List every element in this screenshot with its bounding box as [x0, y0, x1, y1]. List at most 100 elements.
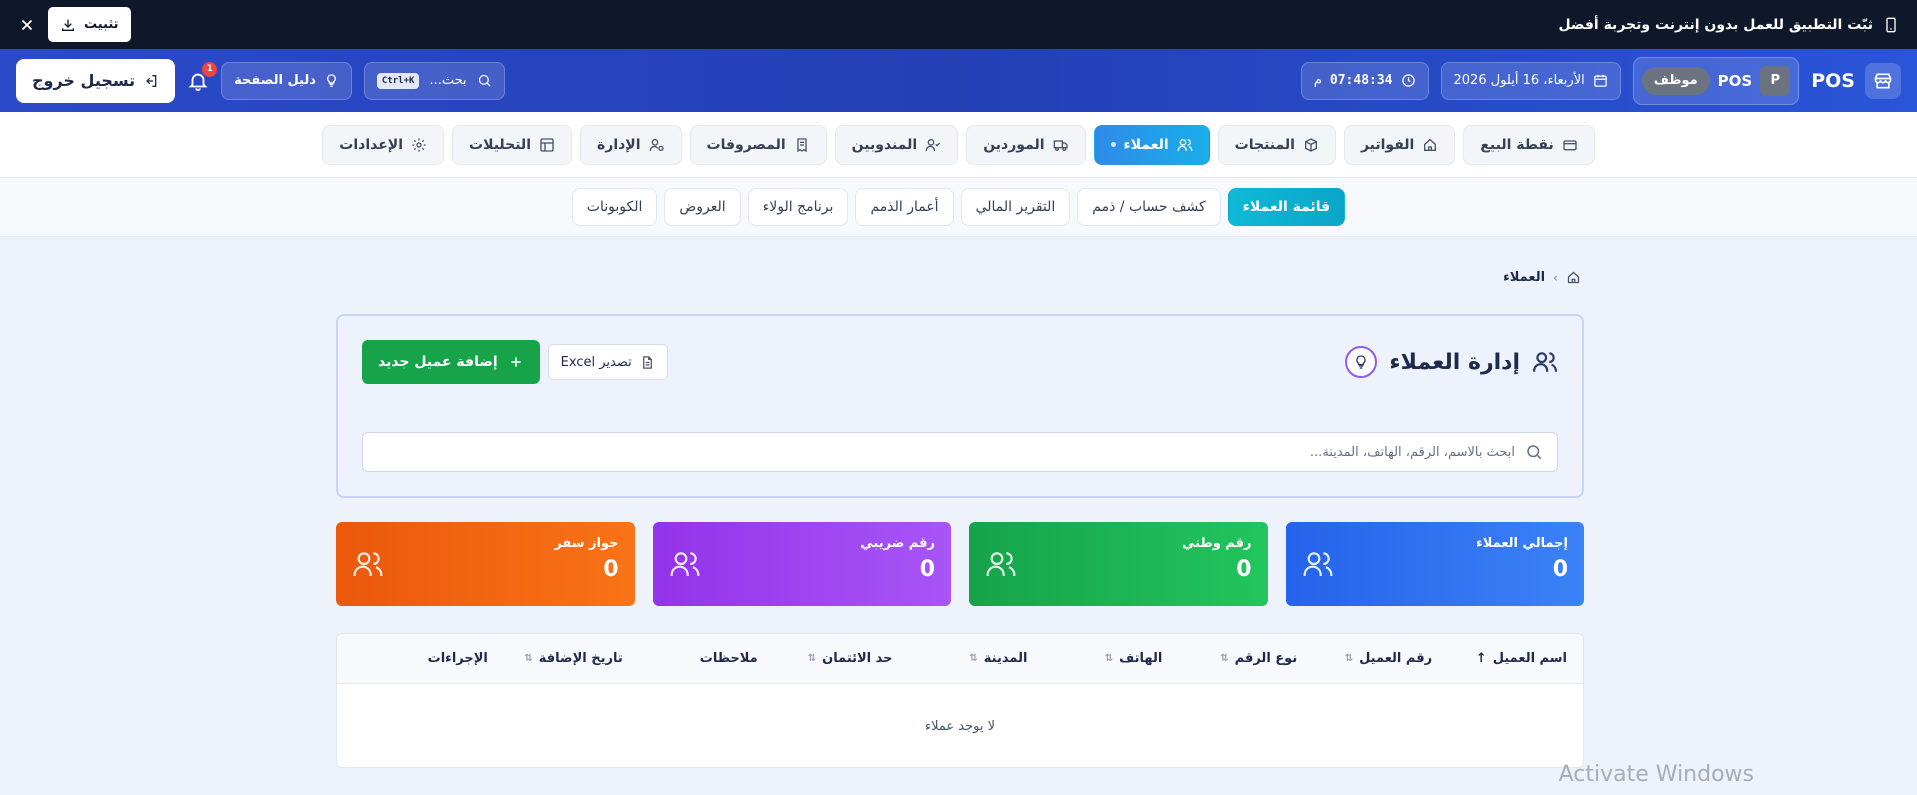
brand[interactable]: POS	[1811, 62, 1901, 99]
time-text: 07:48:34	[1329, 73, 1393, 88]
lightbulb-icon	[324, 73, 339, 88]
column-header-label: حد الائتمان	[822, 651, 893, 666]
stat-value: 0	[919, 557, 935, 582]
subtab-account-statement[interactable]: كشف حساب / ذمم	[1077, 188, 1221, 226]
search-shortcut: Ctrl+K	[376, 72, 420, 89]
search-icon	[477, 73, 492, 88]
nav-item-label: الإدارة	[597, 136, 641, 153]
nav-item-label: الإعدادات	[339, 136, 403, 153]
main-nav: نقطة البيع الفواتير المنتجات العملاء الم…	[0, 112, 1917, 178]
nav-item-analytics[interactable]: التحليلات	[452, 124, 572, 165]
customer-search-input[interactable]	[377, 444, 1515, 460]
stat-value: 0	[1236, 557, 1252, 582]
column-header-label: ملاحظات	[699, 651, 758, 666]
search-icon	[1525, 443, 1543, 461]
user-check-icon	[925, 137, 941, 153]
install-button[interactable]: تثبيت	[48, 7, 131, 42]
nav-item-label: المندوبين	[851, 136, 918, 153]
admin-icon	[649, 137, 665, 153]
download-icon	[60, 17, 76, 33]
notifications-button[interactable]: 1	[187, 61, 218, 92]
close-icon[interactable]	[18, 16, 36, 34]
breadcrumb-current: العملاء	[1503, 270, 1546, 285]
column-header-notes: ملاحظات	[623, 651, 758, 666]
nav-item-expenses[interactable]: المصروفات	[689, 124, 827, 165]
column-header-date-added[interactable]: تاريخ الإضافة ⇅	[488, 651, 622, 666]
home-icon	[1422, 137, 1438, 153]
nav-item-products[interactable]: المنتجات	[1217, 124, 1336, 165]
users-icon	[1177, 137, 1193, 153]
stat-tax-number: رقم ضريبي 0	[652, 522, 951, 606]
global-search-placeholder: بحث...	[429, 73, 467, 88]
date-text: الأربعاء، 16 أيلول 2026	[1453, 73, 1585, 88]
stat-value: 0	[603, 557, 619, 582]
column-header-label: اسم العميل	[1492, 651, 1567, 666]
subtab-coupons[interactable]: الكوبونات	[571, 188, 658, 226]
avatar: P	[1760, 65, 1791, 96]
users-icon	[1302, 548, 1334, 580]
add-customer-button[interactable]: إضافة عميل جديد	[362, 340, 540, 384]
calendar-icon	[1593, 73, 1608, 88]
receipt-icon	[794, 137, 810, 153]
column-header-label: الإجراءات	[427, 651, 488, 666]
export-excel-button[interactable]: تصدير Excel	[547, 344, 668, 380]
stat-passport: جواز سفر 0	[336, 522, 635, 606]
time-suffix: م	[1313, 73, 1322, 88]
stat-total-customers: إجمالي العملاء 0	[1285, 522, 1584, 606]
home-icon[interactable]	[1566, 270, 1581, 285]
stat-national-id: رقم وطني 0	[969, 522, 1268, 606]
nav-item-settings[interactable]: الإعدادات	[322, 124, 444, 165]
column-header-customer-number[interactable]: رقم العميل ⇅	[1297, 651, 1432, 666]
nav-item-admin[interactable]: الإدارة	[580, 124, 682, 165]
phone-icon	[1883, 16, 1899, 34]
stat-value: 0	[1552, 557, 1568, 582]
nav-item-label: الموردين	[983, 136, 1045, 153]
logout-icon	[143, 73, 159, 89]
breadcrumb-separator: ›	[1553, 270, 1558, 285]
file-spreadsheet-icon	[640, 355, 655, 370]
stat-label: جواز سفر	[554, 536, 619, 551]
role-badge: موظف	[1641, 66, 1710, 95]
gear-icon	[411, 137, 427, 153]
column-header-credit-limit[interactable]: حد الائتمان ⇅	[758, 651, 893, 666]
notification-count: 1	[202, 61, 218, 77]
install-message-text: ثبّت التطبيق للعمل بدون إنترنت وتجربة أف…	[1558, 16, 1873, 33]
subtab-receivables-aging[interactable]: أعمار الذمم	[855, 188, 954, 226]
install-message: ثبّت التطبيق للعمل بدون إنترنت وتجربة أف…	[1558, 16, 1899, 34]
user-name: POS	[1717, 71, 1753, 90]
nav-item-label: الفواتير	[1360, 136, 1415, 153]
user-menu[interactable]: P POS موظف	[1632, 56, 1800, 105]
page-title: إدارة العملاء	[1345, 346, 1558, 378]
page-guide-label: دليل الصفحة	[234, 73, 316, 88]
customers-table: اسم العميل ↑ رقم العميل ⇅ نوع الرقم ⇅ ال…	[336, 633, 1584, 768]
nav-item-pos[interactable]: نقطة البيع	[1463, 124, 1595, 165]
subtab-customer-list[interactable]: قائمة العملاء	[1227, 188, 1346, 226]
nav-item-customers[interactable]: العملاء	[1093, 124, 1210, 165]
subtab-financial-report[interactable]: التقرير المالي	[960, 188, 1071, 226]
sort-icon: ⇅	[1220, 653, 1229, 664]
customer-search	[362, 432, 1558, 472]
activate-windows-watermark: Activate Windows	[1558, 762, 1754, 787]
logout-button[interactable]: تسجيل خروج	[16, 58, 176, 103]
customers-management-card: إدارة العملاء إضافة عميل جديد تصدير Exce…	[336, 314, 1584, 498]
help-button[interactable]	[1345, 346, 1378, 378]
nav-item-reps[interactable]: المندوبين	[834, 124, 959, 165]
column-header-actions: الإجراءات	[353, 651, 488, 666]
column-header-id-type[interactable]: نوع الرقم ⇅	[1162, 651, 1297, 666]
subtab-offers[interactable]: العروض	[664, 188, 741, 226]
global-search[interactable]: بحث... Ctrl+K	[363, 61, 505, 100]
sort-asc-icon: ↑	[1475, 651, 1487, 666]
sub-nav: قائمة العملاء كشف حساب / ذمم التقرير الم…	[0, 178, 1917, 237]
column-header-city[interactable]: المدينة ⇅	[893, 651, 1027, 666]
export-excel-label: تصدير Excel	[560, 354, 632, 370]
column-header-phone[interactable]: الهاتف ⇅	[1027, 651, 1163, 666]
subtab-loyalty-program[interactable]: برنامج الولاء	[747, 188, 849, 226]
nav-item-invoices[interactable]: الفواتير	[1343, 124, 1456, 165]
stat-label: رقم وطني	[1181, 536, 1252, 551]
brand-name: POS	[1811, 69, 1855, 92]
column-header-label: نوع الرقم	[1234, 651, 1298, 666]
users-icon	[985, 548, 1017, 580]
column-header-customer-name[interactable]: اسم العميل ↑	[1432, 651, 1567, 666]
page-guide-button[interactable]: دليل الصفحة	[221, 61, 352, 100]
nav-item-suppliers[interactable]: الموردين	[966, 124, 1086, 165]
